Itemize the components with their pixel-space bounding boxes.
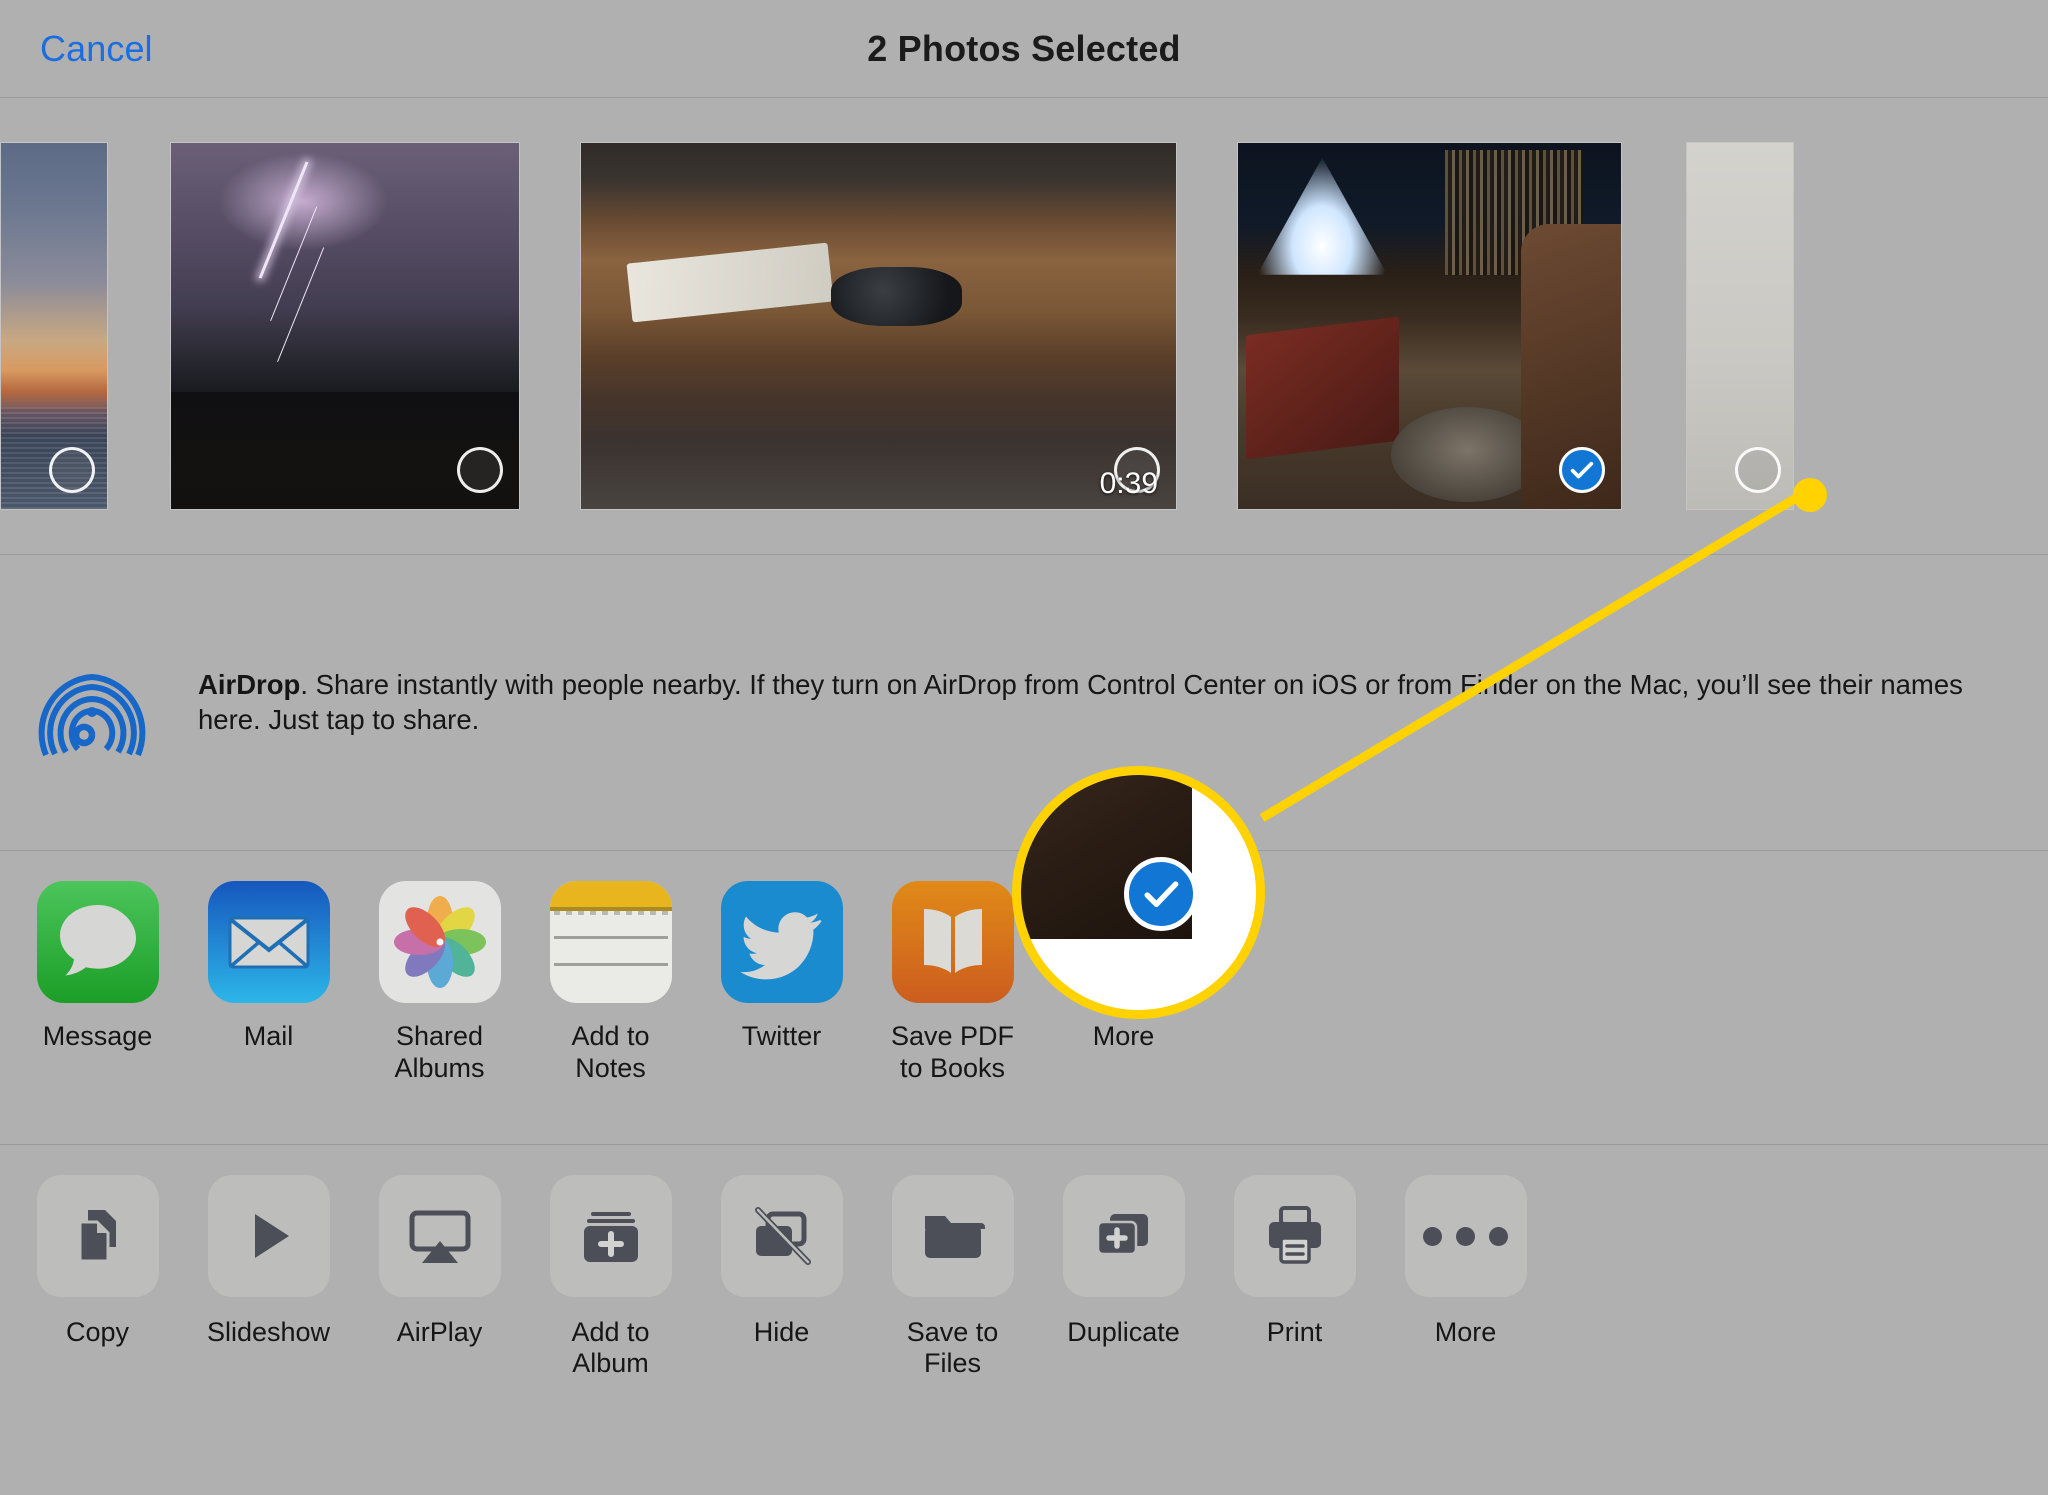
share-app-label: Add to Notes — [571, 1021, 650, 1083]
video-thumbnail[interactable]: 0:39 — [580, 142, 1177, 510]
action-copy[interactable]: Copy — [24, 1175, 171, 1348]
photos-icon — [378, 881, 501, 1003]
action-label: Add to Album — [571, 1317, 650, 1378]
action-label: Copy — [65, 1317, 130, 1347]
photo-detail — [1245, 316, 1399, 460]
airdrop-description: AirDrop. Share instantly with people nea… — [198, 668, 1998, 737]
action-label: Duplicate — [1067, 1317, 1180, 1347]
messages-icon — [36, 881, 159, 1003]
action-hide[interactable]: Hide — [708, 1175, 855, 1348]
more-icon — [1404, 1175, 1527, 1297]
hide-icon — [720, 1175, 843, 1297]
share-app-message[interactable]: Message — [24, 881, 171, 1053]
action-label: More — [1434, 1317, 1497, 1347]
share-sheet: Cancel 2 Photos Selected 0:39 AirDrop. S… — [0, 0, 2048, 1495]
selection-circle[interactable] — [1735, 447, 1781, 493]
share-app-twitter[interactable]: Twitter — [708, 881, 855, 1053]
share-app-add-to-notes[interactable]: Add to Notes — [537, 881, 684, 1085]
printer-icon — [1233, 1175, 1356, 1297]
video-duration-badge: 0:39 — [1099, 467, 1158, 500]
photo-thumbnail[interactable] — [170, 142, 520, 510]
callout-target-dot — [1793, 478, 1827, 512]
cancel-button[interactable]: Cancel — [40, 28, 153, 70]
share-app-label: Save PDF to Books — [890, 1021, 1015, 1083]
selection-circle[interactable] — [457, 447, 503, 493]
airdrop-icon — [38, 649, 146, 757]
airplay-icon — [378, 1175, 501, 1297]
share-app-mail[interactable]: Mail — [195, 881, 342, 1053]
share-app-label: Shared Albums — [394, 1021, 485, 1083]
callout-magnifier — [1012, 766, 1265, 1019]
twitter-icon — [720, 881, 843, 1003]
share-app-label: Mail — [243, 1021, 294, 1051]
share-app-save-pdf-to-books[interactable]: Save PDF to Books — [879, 881, 1026, 1085]
mail-icon — [207, 881, 330, 1003]
selection-circle[interactable] — [49, 447, 95, 493]
photo-thumbnail[interactable] — [0, 142, 108, 510]
action-airplay[interactable]: AirPlay — [366, 1175, 513, 1348]
add-to-album-icon — [549, 1175, 672, 1297]
photo-image — [581, 143, 1176, 509]
share-app-label: Twitter — [741, 1021, 822, 1051]
action-print[interactable]: Print — [1221, 1175, 1368, 1348]
action-label: Print — [1266, 1317, 1323, 1347]
action-add-to-album[interactable]: Add to Album — [537, 1175, 684, 1379]
airdrop-title: AirDrop — [198, 669, 301, 701]
action-label: AirPlay — [396, 1317, 483, 1347]
action-label: Hide — [753, 1317, 810, 1347]
selected-photos-strip[interactable]: 0:39 — [0, 98, 2048, 555]
action-slideshow[interactable]: Slideshow — [195, 1175, 342, 1348]
share-app-shared-albums[interactable]: Shared Albums — [366, 881, 513, 1085]
action-label: Slideshow — [206, 1317, 331, 1347]
folder-icon — [891, 1175, 1014, 1297]
share-sheet-header: Cancel 2 Photos Selected — [0, 0, 2048, 98]
play-icon — [207, 1175, 330, 1297]
share-app-label: More — [1092, 1021, 1155, 1051]
photo-detail — [1444, 150, 1583, 275]
action-save-to-files[interactable]: Save to Files — [879, 1175, 1026, 1379]
action-more[interactable]: More — [1392, 1175, 1539, 1348]
page-title: 2 Photos Selected — [867, 27, 1181, 69]
share-actions-row[interactable]: Copy Slideshow AirPlay Add to Album Hide… — [0, 1145, 2048, 1445]
selection-circle-checked[interactable] — [1559, 447, 1605, 493]
magnified-checkmark — [1124, 857, 1198, 931]
action-label: Save to Files — [906, 1317, 999, 1378]
photo-thumbnail-selected[interactable] — [1237, 142, 1622, 510]
action-duplicate[interactable]: Duplicate — [1050, 1175, 1197, 1348]
airdrop-body: . Share instantly with people nearby. If… — [198, 669, 1963, 735]
share-app-label: Message — [42, 1021, 153, 1051]
duplicate-icon — [1062, 1175, 1185, 1297]
photo-thumbnail[interactable] — [1686, 142, 1794, 510]
copy-icon — [36, 1175, 159, 1297]
photo-detail — [1391, 406, 1545, 502]
notes-icon — [549, 881, 672, 1003]
books-icon — [891, 881, 1014, 1003]
